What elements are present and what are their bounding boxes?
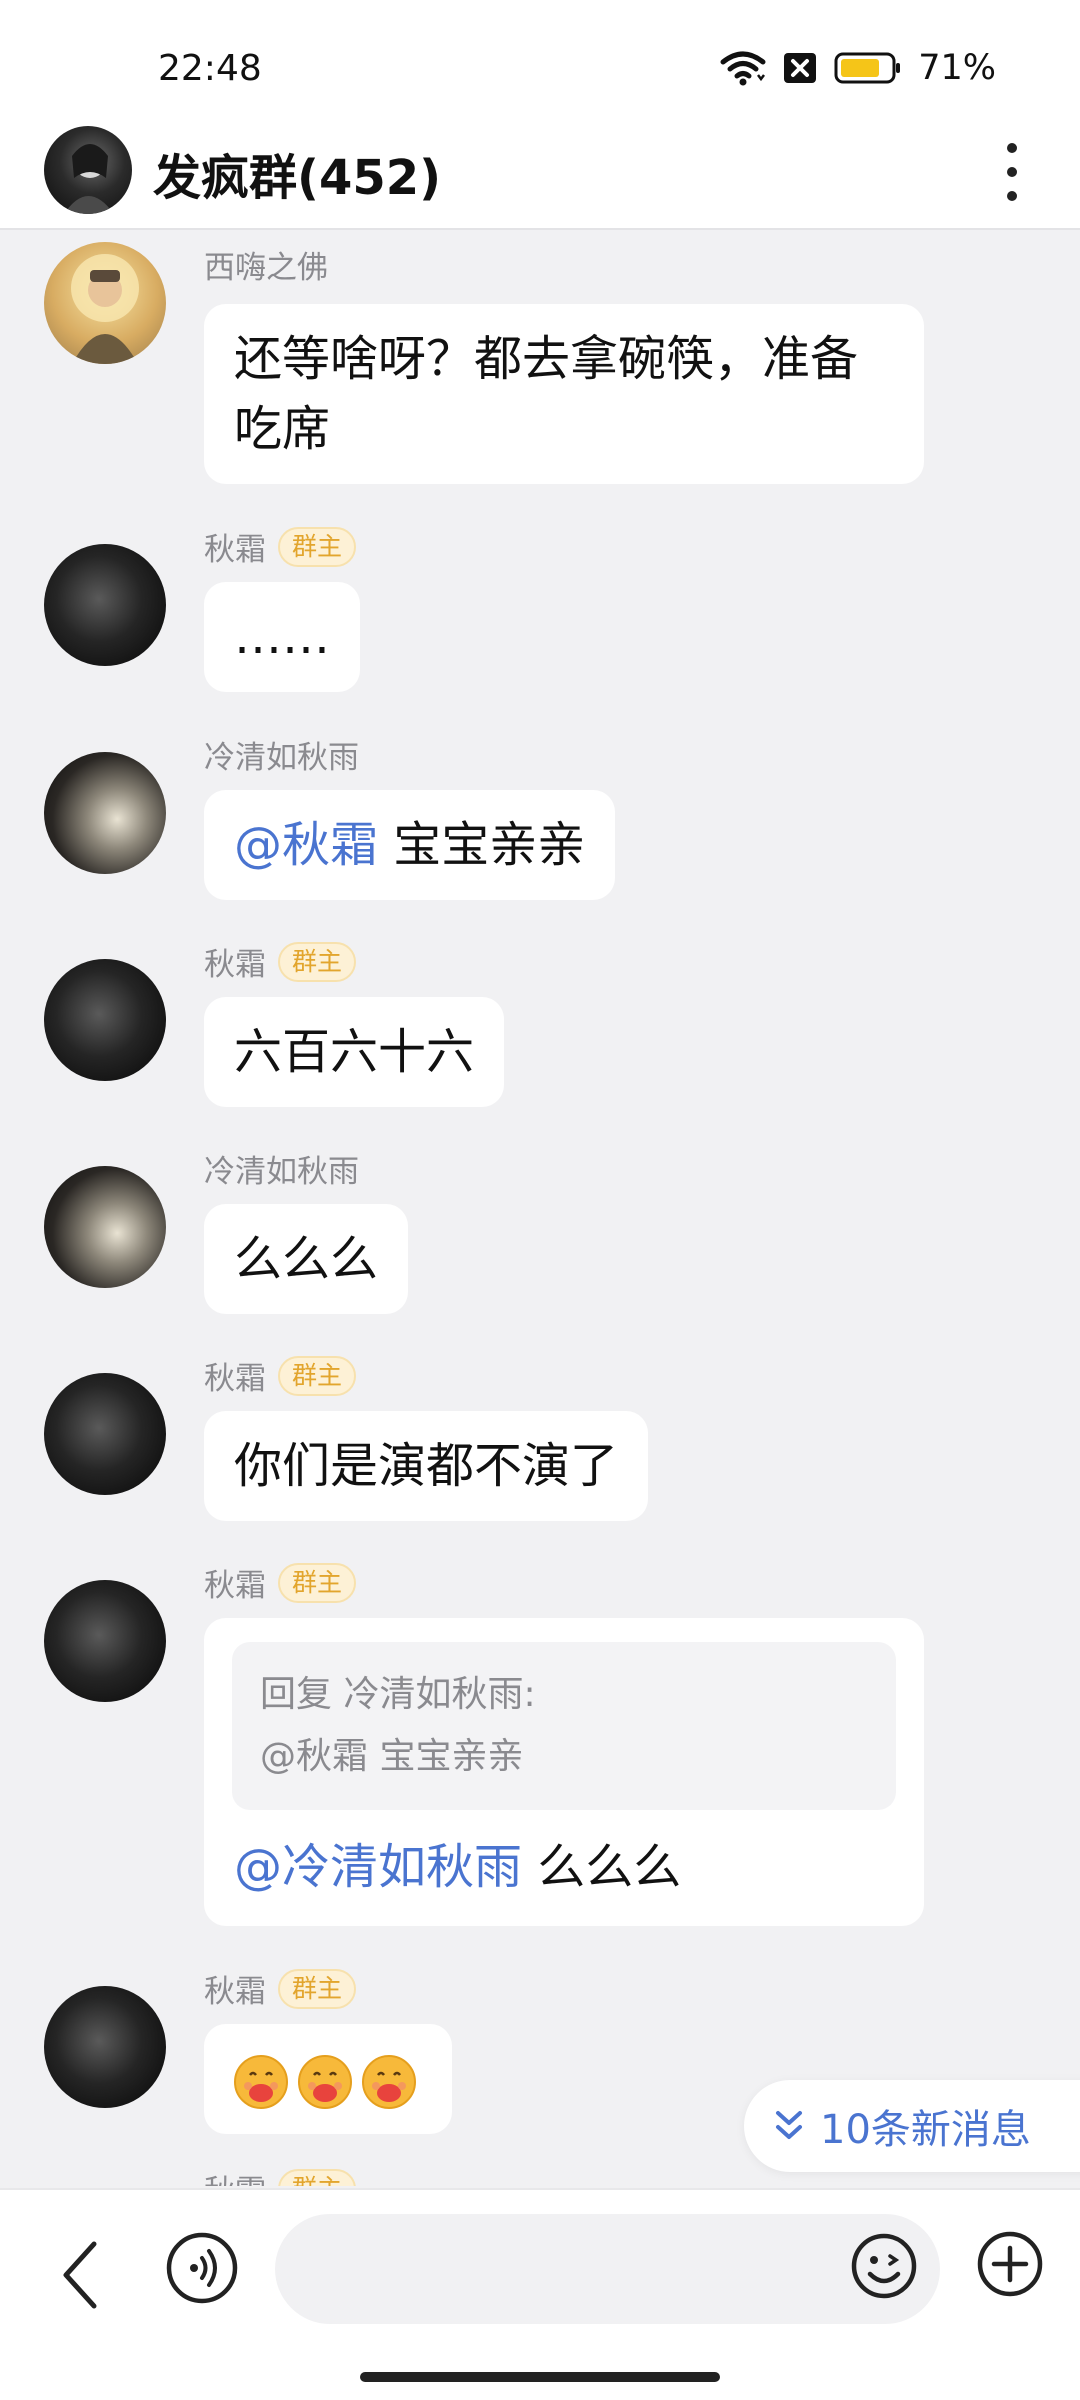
sender-name: 秋霜 群主 [204,524,357,569]
message-bubble[interactable]: 六百六十六 [204,997,505,1107]
avatar[interactable] [44,1166,166,1288]
group-avatar[interactable] [44,126,132,214]
avatar[interactable] [44,1986,166,2108]
chat-screen: 22:48 71% 发疯群(452) 西嗨之佛 还等啥呀？都去拿碗筷，准备吃席 … [0,0,1080,2400]
message-item: 秋霜 群主 你们是演都不演了 [0,1353,1080,1533]
message-item: 秋霜 群主 六百六十六 [0,939,1080,1119]
battery-percentage: 71% [918,48,996,88]
owner-badge: 群主 [278,526,357,567]
message-bubble[interactable]: 么么么 [204,1204,409,1314]
owner-badge: 群主 [278,1968,357,2009]
message-input[interactable] [275,2214,940,2324]
group-title[interactable]: 发疯群(452) [153,138,441,208]
chat-header: 发疯群(452) [0,118,1080,230]
battery-icon [834,52,901,84]
message-item: 冷清如秋雨 么么么 [0,1146,1080,1326]
group-avatar-image [64,144,114,214]
quote-header: 回复 冷清如秋雨: [260,1674,536,1715]
status-icons: 71% [720,46,996,90]
chevron-left-icon[interactable] [50,2230,110,2320]
message-text: 么么么 [234,1231,379,1287]
message-text: 宝宝亲亲 [378,817,586,873]
sender-name: 西嗨之佛 [204,242,328,287]
avatar[interactable] [44,752,166,874]
sender-name: 秋霜 群主 [204,939,357,984]
avatar[interactable] [44,1580,166,1702]
sender-label: 秋霜 [204,1974,266,2010]
no-sim-icon [784,53,817,83]
message-item: 秋霜 群主 …… [0,524,1080,704]
message-bubble[interactable]: 还等啥呀？都去拿碗筷，准备吃席 [204,304,924,484]
new-messages-label: 10条新消息 [820,2107,1031,2153]
message-item: 秋霜 群主 回复 冷清如秋雨: @秋霜 宝宝亲亲 @冷清如秋雨 么么么 [0,1560,1080,1930]
sender-label: 冷清如秋雨 [204,1154,359,1190]
message-list[interactable]: 西嗨之佛 还等啥呀？都去拿碗筷，准备吃席 秋霜 群主 …… 冷清如秋雨 @秋霜 … [0,232,1080,2186]
sender-label: 秋霜 [204,947,266,983]
message-text: 六百六十六 [234,1024,475,1080]
sender-label: 秋霜 [204,2166,266,2186]
quoted-message[interactable]: 回复 冷清如秋雨: @秋霜 宝宝亲亲 [232,1642,896,1810]
avatar[interactable] [44,959,166,1081]
sender-label: 秋霜 [204,1568,266,1604]
hug-emoji [298,2055,352,2109]
sender-name: 冷清如秋雨 [204,732,359,777]
owner-badge: 群主 [278,2168,357,2186]
message-item: 西嗨之佛 还等啥呀？都去拿碗筷，准备吃席 [0,242,1080,492]
sender-name: 秋霜 群主 [204,1353,357,1398]
double-chevron-down-icon [776,2111,802,2139]
sender-name: 秋霜 群主 [204,2166,357,2186]
avatar[interactable] [44,544,166,666]
owner-badge: 群主 [278,1562,357,1603]
sender-name: 秋霜 群主 [204,1966,357,2011]
home-indicator [360,2372,720,2382]
message-bubble[interactable]: 回复 冷清如秋雨: @秋霜 宝宝亲亲 @冷清如秋雨 么么么 [204,1618,924,1926]
message-text: 还等啥呀？都去拿碗筷，准备吃席 [234,331,859,457]
owner-badge: 群主 [278,1355,357,1396]
sender-label: 西嗨之佛 [204,250,328,286]
status-bar: 22:48 71% [0,0,1080,118]
message-bubble[interactable]: …… [204,582,360,692]
sender-label: 冷清如秋雨 [204,740,359,776]
status-time: 22:48 [158,48,262,89]
hug-emoji [362,2055,416,2109]
plus-icon[interactable] [976,2230,1044,2298]
new-messages-button[interactable]: 10条新消息 [744,2080,1080,2172]
sender-label: 秋霜 [204,1361,266,1397]
avatar[interactable] [44,1373,166,1495]
message-text: 你们是演都不演了 [234,1438,619,1494]
quote-text: @秋霜 宝宝亲亲 [260,1736,524,1777]
message-bubble[interactable]: @秋霜 宝宝亲亲 [204,790,616,900]
owner-badge: 群主 [278,941,357,982]
message-text: …… [234,609,330,665]
avatar[interactable] [44,242,166,364]
hug-emoji [234,2055,288,2109]
input-bar [0,2188,1080,2400]
sender-label: 秋霜 [204,532,266,568]
voice-icon[interactable] [164,2230,240,2306]
mention-link[interactable]: @冷清如秋雨 [234,1839,522,1895]
mention-link[interactable]: @秋霜 [234,817,378,873]
sender-name: 冷清如秋雨 [204,1146,359,1191]
sender-name: 秋霜 群主 [204,1560,357,1605]
smiley-icon[interactable] [850,2232,918,2300]
message-bubble[interactable]: 你们是演都不演了 [204,1411,649,1521]
wifi-icon [720,51,766,86]
message-item: 冷清如秋雨 @秋霜 宝宝亲亲 [0,732,1080,912]
avatar-image [71,254,139,364]
more-vertical-icon[interactable] [984,136,1040,208]
message-text: 么么么 [522,1839,682,1895]
message-bubble[interactable] [204,2024,452,2134]
